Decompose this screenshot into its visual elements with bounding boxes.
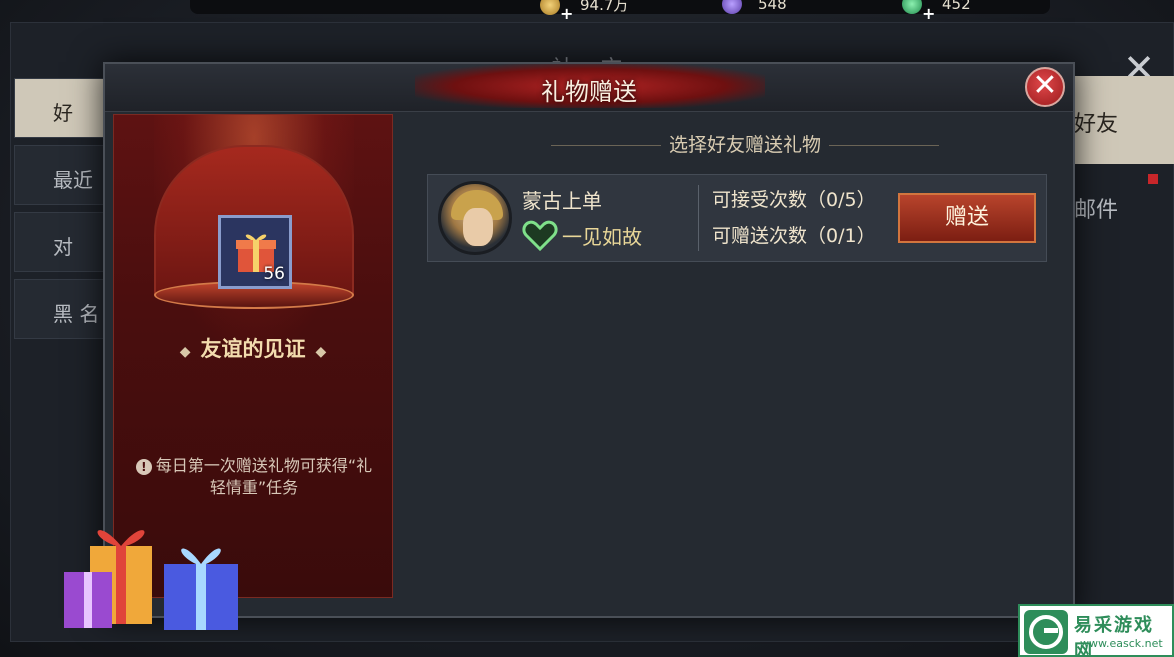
gold-coin-icon — [540, 0, 560, 15]
tab-label: 黑 名 — [53, 302, 100, 326]
divider-line — [829, 145, 939, 146]
purple-gem-icon — [722, 0, 742, 14]
watermark-url: www.easck.net — [1080, 637, 1163, 650]
tab-label: 对 — [53, 235, 73, 259]
tab-recent[interactable]: 最近 — [14, 145, 106, 205]
receive-count: 可接受次数（0/5） — [712, 189, 876, 211]
list-title: 选择好友赠送礼物 — [515, 130, 975, 157]
avatar-face — [463, 208, 493, 246]
tab-mail[interactable]: 邮件 — [1070, 174, 1174, 262]
gift-item-slot[interactable]: 56 — [218, 215, 292, 289]
plus-icon: + — [560, 4, 574, 23]
list-title-text: 选择好友赠送礼物 — [668, 134, 821, 156]
watermark-logo — [1024, 610, 1068, 654]
avatar[interactable] — [438, 181, 512, 255]
notification-dot — [1148, 174, 1158, 184]
tab-friends[interactable]: 好 — [14, 78, 106, 138]
send-button[interactable]: 赠送 — [898, 193, 1036, 243]
tab-blacklist[interactable]: 黑 名 — [14, 279, 106, 339]
divider-line — [550, 145, 661, 146]
tab-label: 好 — [53, 101, 73, 125]
gift-tip: ! 每日第一次赠送礼物可获得“礼轻情重”任务 — [134, 455, 374, 499]
friend-row: 蒙古上单 一见如故 可接受次数（0/5） 可赠送次数（0/1） 赠送 — [427, 174, 1047, 262]
tab-label: 好友 — [1074, 112, 1119, 137]
green-gem-icon — [902, 0, 922, 14]
relation-label: 一见如故 — [562, 225, 642, 249]
logo-icon — [1029, 615, 1063, 649]
gift-pile-icon — [64, 530, 238, 630]
send-count: 可赠送次数（0/1） — [712, 225, 876, 247]
row-divider — [698, 185, 699, 251]
friend-name: 蒙古上单 — [522, 189, 602, 213]
tab-rivals[interactable]: 对 — [14, 212, 106, 272]
watermark-name: 易采游戏网 — [1074, 615, 1154, 657]
close-button[interactable]: ✕ — [1025, 67, 1065, 107]
currency-purple[interactable]: 548 — [722, 0, 787, 14]
gift-tip-text: 每日第一次赠送礼物可获得“礼轻情重”任务 — [155, 456, 373, 497]
gift-name: 友谊的见证 — [200, 337, 306, 361]
currency-value: 452 — [942, 0, 971, 13]
plus-icon: + — [922, 4, 936, 23]
currency-gold[interactable]: + 94.7万 — [540, 0, 629, 23]
dialog-header: 礼物赠送 ✕ — [105, 64, 1073, 112]
info-icon: ! — [135, 459, 152, 475]
close-icon: ✕ — [1032, 68, 1058, 103]
currency-value: 548 — [758, 0, 787, 13]
ornament-icon: ◆ — [179, 344, 191, 360]
gift-name-row: ◆ 友谊的见证 ◆ — [114, 333, 392, 363]
gift-count: 56 — [263, 264, 285, 284]
tab-add-friend[interactable]: 好友 — [1070, 76, 1174, 164]
ornament-icon: ◆ — [315, 344, 327, 360]
gift-dialog: 礼物赠送 ✕ 56 ◆ 友谊的见证 ◆ ! 每日第一次赠送礼物可获得“礼轻情重”任务 … — [103, 62, 1075, 618]
dialog-title: 礼物赠送 — [541, 78, 637, 106]
tab-label: 邮件 — [1074, 198, 1119, 223]
tab-label: 最近 — [53, 168, 93, 192]
heart-icon — [522, 220, 558, 251]
currency-value: 94.7万 — [580, 0, 629, 14]
watermark: 易采游戏网 www.easck.net — [1018, 604, 1174, 657]
currency-green[interactable]: + 452 — [902, 0, 971, 23]
